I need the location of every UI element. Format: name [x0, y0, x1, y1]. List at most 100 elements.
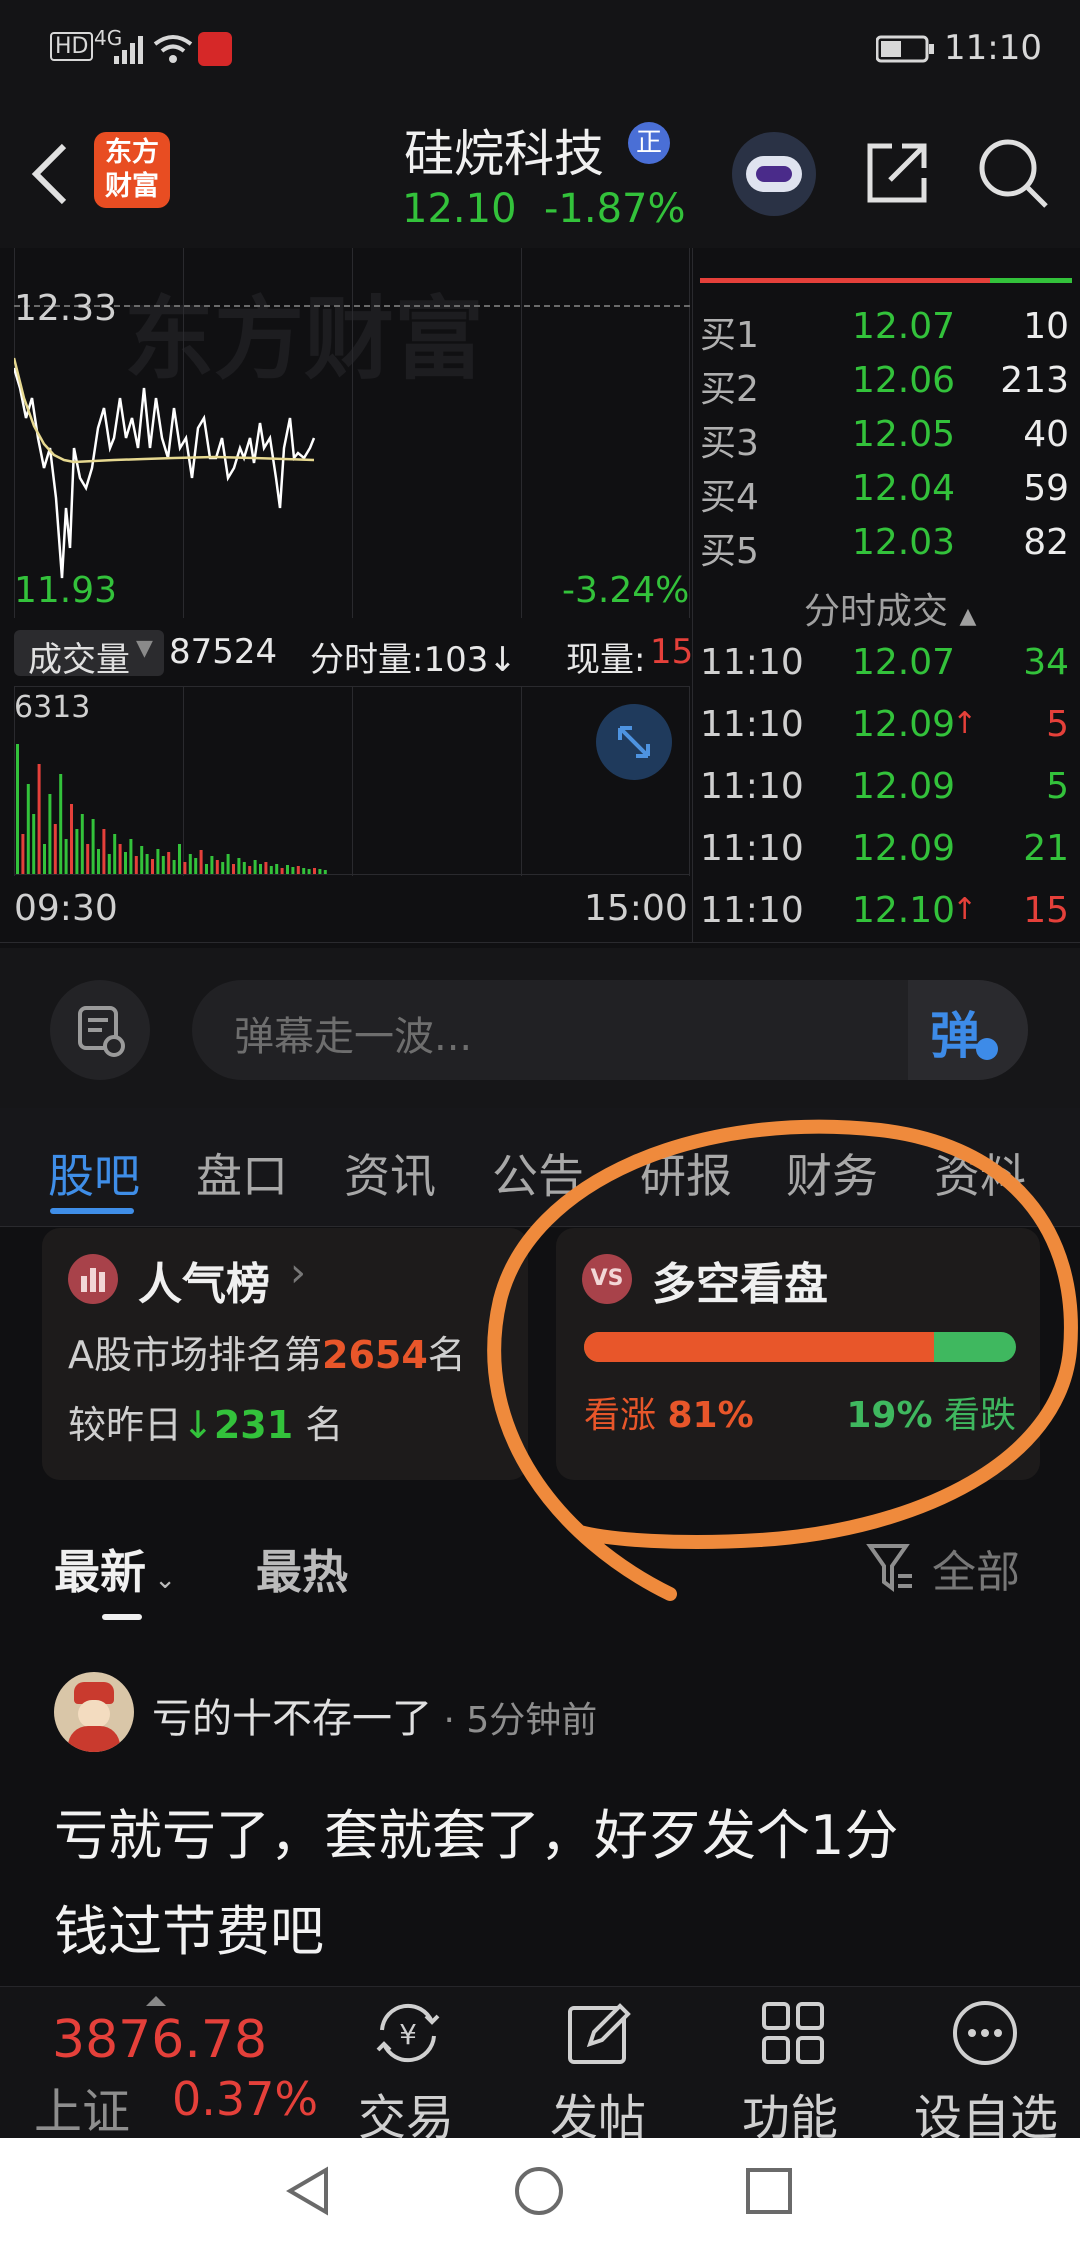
bid-row[interactable]: 买2 12.06 213 [700, 360, 1075, 414]
trade-row: 11:10 12.09 ↑ 5 [700, 704, 1075, 758]
volume-bar [194, 858, 198, 874]
volume-bar [183, 862, 187, 874]
sort-latest[interactable]: 最新 ⌄ [54, 1536, 176, 1602]
expand-icon[interactable] [596, 704, 672, 780]
tab-news[interactable]: 资讯 [344, 1140, 436, 1206]
rank-suffix: 名 [427, 1333, 466, 1377]
app-notification-icon [198, 32, 232, 66]
bid-row[interactable]: 买4 12.04 59 [700, 468, 1075, 522]
trade-price: 12.07 [852, 642, 956, 683]
bid-row[interactable]: 买5 12.03 82 [700, 522, 1075, 576]
chart-panel: 东方财富 12.33 11.93 -3.24% 成交量 ▼ 87524 分时量:… [0, 248, 1080, 948]
panel-divider [692, 248, 693, 942]
recents-square-icon[interactable] [742, 2164, 796, 2218]
volume-bar [113, 834, 117, 874]
bid-row[interactable]: 买3 12.05 40 [700, 414, 1075, 468]
index-value[interactable]: 3876.78 [52, 2010, 267, 2070]
volume-bar [21, 834, 25, 874]
trades-title-label: 分时成交 [804, 591, 949, 632]
rank-line: A股市场排名第2654名 [68, 1324, 466, 1379]
trade-volume: 5 [1046, 704, 1069, 745]
bid-label: 买4 [700, 477, 759, 518]
stock-name: 硅烷科技 [404, 125, 604, 183]
danmaku-input[interactable]: 弹幕走一波... 弹 [192, 980, 1028, 1080]
volume-bar [205, 864, 208, 874]
post-author[interactable]: 亏的十不存一了 [152, 1696, 432, 1742]
volume-bar [26, 784, 30, 874]
rank-change-line: 较昨日↓231 名 [68, 1394, 343, 1449]
volume-bar [232, 864, 235, 874]
sort-hot[interactable]: 最热 [256, 1536, 348, 1602]
bid-volume: 10 [1023, 306, 1069, 347]
back-triangle-icon[interactable] [282, 2164, 336, 2218]
intraday-chart[interactable]: 东方财富 12.33 11.93 -3.24% [14, 248, 690, 618]
volume-bar [75, 829, 79, 874]
trades-title[interactable]: 分时成交 ▲ [804, 582, 976, 634]
post-time: · 5分钟前 [432, 1700, 598, 1741]
home-circle-icon[interactable] [512, 2164, 566, 2218]
bid-ask-bar-red [700, 278, 990, 283]
trade-price: 12.10 [852, 890, 956, 931]
volume-bar [59, 774, 63, 874]
volume-bar [70, 804, 73, 874]
caret-down-icon: ▼ [136, 636, 153, 661]
bid-row[interactable]: 买1 12.07 10 [700, 306, 1075, 360]
back-arrow-icon[interactable] [28, 142, 72, 206]
volume-bar [161, 856, 165, 874]
volume-chart[interactable]: 6313 [14, 686, 690, 876]
volume-bar [264, 862, 268, 874]
volume-selector[interactable]: 成交量 ▼ [14, 630, 164, 680]
logo-line2: 财富 [105, 171, 159, 202]
share-icon[interactable] [862, 138, 932, 208]
volume-bar [286, 865, 289, 874]
tab-profile[interactable]: 资料 [934, 1140, 1026, 1206]
robot-assistant-icon[interactable] [732, 132, 816, 216]
current-volume-label: 现量: [566, 640, 646, 680]
volume-bar [172, 860, 176, 874]
volume-bar [323, 870, 327, 874]
volume-bar [237, 858, 241, 874]
volume-value: 87524 [169, 632, 278, 672]
volume-bar [188, 854, 192, 874]
tab-finance[interactable]: 财务 [786, 1140, 878, 1206]
trade-time: 11:10 [700, 890, 804, 931]
avatar[interactable] [54, 1672, 134, 1752]
app-logo: 东方 财富 [94, 132, 170, 208]
search-icon[interactable] [976, 136, 1052, 212]
volume-bar [275, 864, 279, 874]
trade-icon[interactable]: ¥ [370, 1998, 446, 2068]
status-bar: HD 4G 11:10 [0, 0, 1080, 100]
caret-up-icon: ▲ [959, 604, 977, 629]
change-value: 231 [213, 1403, 294, 1447]
volume-bar [97, 849, 100, 874]
bull-bear-title: 多空看盘 [652, 1259, 828, 1310]
tab-pankou[interactable]: 盘口 [196, 1140, 288, 1206]
bid-ask-bar-green [990, 278, 1072, 283]
bull-bear-card[interactable]: VS 多空看盘 看涨 81% 19% 看跌 [556, 1228, 1040, 1480]
post-edit-icon[interactable] [564, 1998, 634, 2068]
volume-bar [43, 844, 46, 874]
time-start: 09:30 [14, 888, 118, 929]
tab-announcements[interactable]: 公告 [492, 1140, 584, 1206]
apps-icon[interactable] [758, 1998, 828, 2068]
trade-time: 11:10 [700, 828, 804, 869]
volume-bar [302, 868, 306, 874]
tab-guba[interactable]: 股吧 [48, 1140, 140, 1206]
danmaku-send-button[interactable]: 弹 [908, 980, 1028, 1080]
time-end: 15:00 [584, 888, 688, 929]
volume-bar [80, 814, 84, 874]
popularity-card[interactable]: 人气榜 › A股市场排名第2654名 较昨日↓231 名 [42, 1228, 528, 1480]
post-content[interactable]: 亏就亏了，套就套了，好歹发个1分 钱过节费吧 [54, 1788, 898, 1980]
trade-row: 11:10 12.10 ↑ 15 [700, 890, 1075, 944]
bid-price: 12.05 [852, 414, 956, 455]
svg-text:¥: ¥ [399, 2018, 417, 2051]
filter-icon [866, 1544, 912, 1592]
volume-bar [307, 869, 311, 874]
volume-bar [178, 844, 181, 874]
section-tabs: 股吧 盘口 资讯 公告 研报 财务 资料 [0, 1108, 1080, 1227]
active-tab-indicator [50, 1208, 134, 1214]
more-icon[interactable] [950, 1998, 1020, 2068]
danmaku-settings-icon[interactable] [50, 980, 150, 1080]
volume-bar [64, 839, 68, 874]
tab-research[interactable]: 研报 [640, 1140, 732, 1206]
